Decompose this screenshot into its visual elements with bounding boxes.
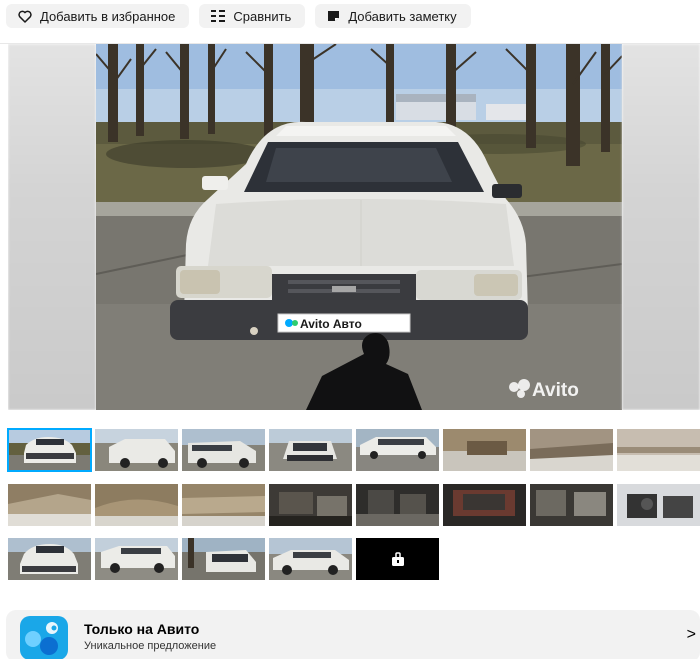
promo-subtitle: Уникальное предложение [84, 640, 217, 652]
thumbnail-10[interactable] [95, 484, 178, 526]
svg-text:Avito: Avito [532, 380, 579, 401]
add-note-label: Добавить заметку [348, 8, 457, 24]
chevron-right-icon: > [686, 626, 696, 643]
photo-gallery[interactable]: Avito Авто Avito [8, 44, 700, 410]
thumbnail-19[interactable] [182, 538, 265, 580]
thumbnail-3[interactable] [182, 429, 265, 471]
thumbnail-5[interactable] [356, 429, 439, 471]
thumbnail-12[interactable] [269, 484, 352, 526]
gallery-previous-area[interactable] [8, 44, 96, 410]
lock-icon [390, 552, 406, 566]
thumbnail-15[interactable] [530, 484, 613, 526]
thumbnail-16[interactable] [617, 484, 700, 526]
thumbnail-8[interactable] [617, 429, 700, 471]
add-note-button[interactable]: Добавить заметку [315, 4, 471, 28]
thumbnail-1[interactable] [7, 428, 92, 472]
thumbnail-14[interactable] [443, 484, 526, 526]
car-photo-illustration: Avito Авто Avito [96, 44, 622, 410]
thumbnail-4[interactable] [269, 429, 352, 471]
avito-promo-logo [16, 616, 72, 659]
compare-icon [211, 10, 226, 22]
thumbnail-9[interactable] [8, 484, 91, 526]
listing-toolbar: Добавить в избранное Сравнить Добавить з… [6, 4, 471, 28]
note-icon [327, 10, 340, 22]
thumbnail-18[interactable] [95, 538, 178, 580]
only-on-avito-banner[interactable]: Только на Авито Уникальное предложение > [6, 610, 700, 659]
thumbnail-20[interactable] [269, 538, 352, 580]
compare-button[interactable]: Сравнить [199, 4, 306, 28]
heart-icon [18, 10, 32, 23]
thumbnail-7[interactable] [530, 429, 613, 471]
thumbnail-11[interactable] [182, 484, 265, 526]
more-photos-locked-thumbnail[interactable] [356, 538, 439, 580]
gallery-next-area[interactable] [622, 44, 700, 410]
plate-text: Avito Авто [300, 317, 362, 331]
thumbnail-2[interactable] [95, 429, 178, 471]
thumbnail-13[interactable] [356, 484, 439, 526]
thumbnail-6[interactable] [443, 429, 526, 471]
promo-title: Только на Авито [84, 621, 200, 637]
thumbnail-17[interactable] [8, 538, 91, 580]
main-car-photo[interactable]: Avito Авто Avito [96, 44, 622, 410]
add-to-favorites-button[interactable]: Добавить в избранное [6, 4, 190, 28]
compare-label: Сравнить [233, 8, 292, 24]
add-to-favorites-label: Добавить в избранное [40, 8, 176, 24]
